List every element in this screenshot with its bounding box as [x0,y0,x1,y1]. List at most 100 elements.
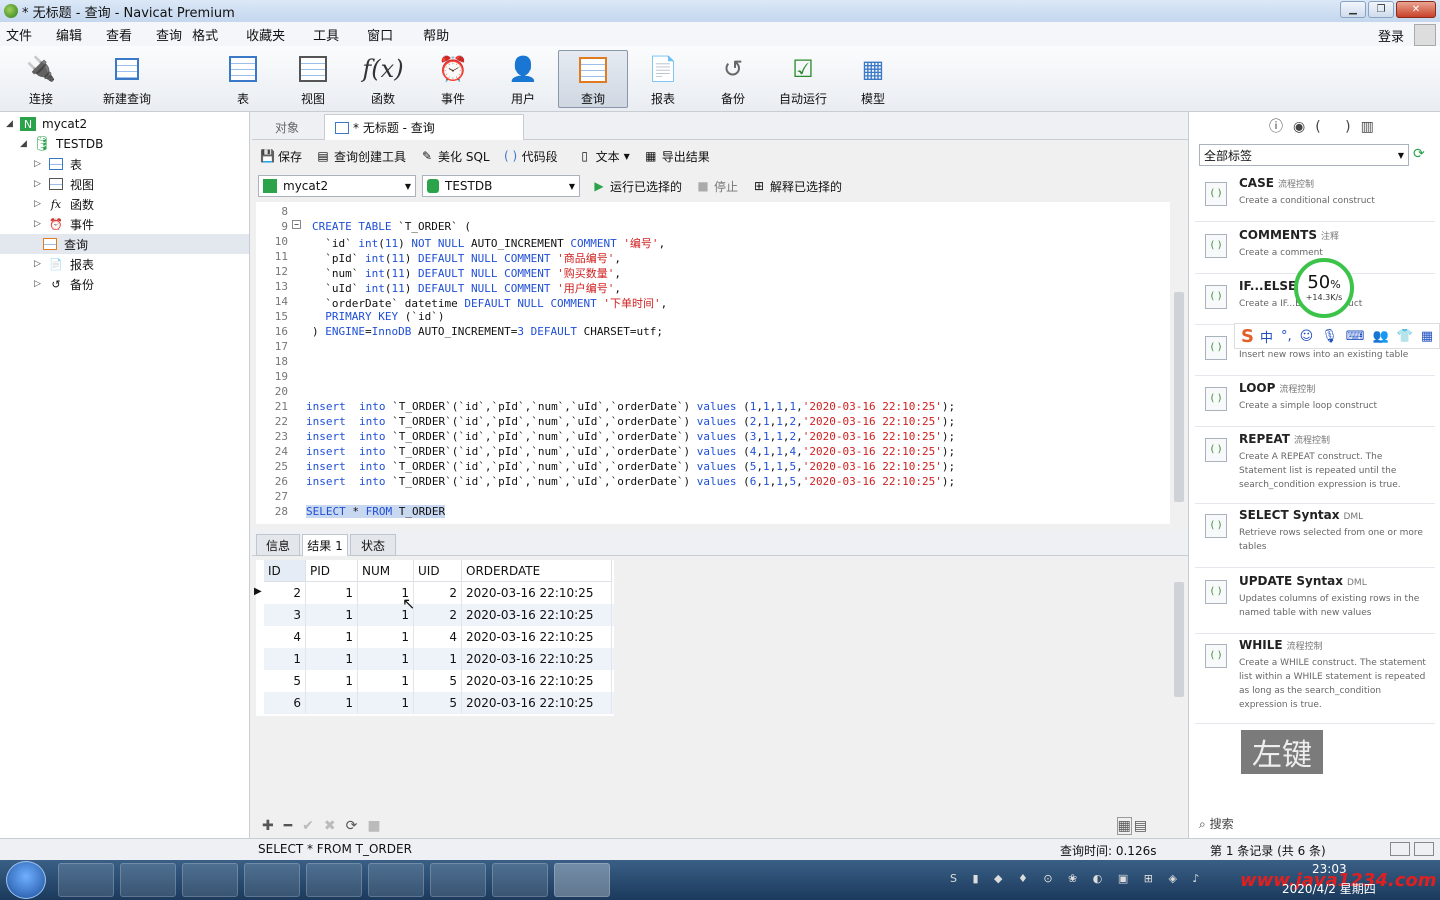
save-button[interactable]: 💾 保存 [260,148,302,165]
stop-icon[interactable]: ■ [367,818,380,834]
fold-toggle-icon[interactable]: − [292,220,301,229]
tab-status[interactable]: 状态 [350,534,396,556]
user-button[interactable]: 👤 用户 [488,50,558,108]
tree-queries[interactable]: 查询 [0,234,249,254]
database-select[interactable]: TESTDB ▼ [422,175,580,197]
snippet-item[interactable]: ( ) REPEAT 流程控制 Create A REPEAT construct. … [1195,428,1435,504]
refresh-icon[interactable]: ⟳ [1413,146,1425,162]
connect-button[interactable]: 🔌 连接 [6,50,76,108]
grid-view-icon[interactable]: ▦ [1116,817,1132,835]
chrome-icon[interactable] [120,863,176,897]
apply-icon[interactable]: ✔ [302,818,314,834]
minimize-button[interactable]: ▁ [1340,1,1366,18]
autorun-button[interactable]: ☑ 自动运行 [768,50,838,108]
menu-tools[interactable]: 工具 [297,25,351,44]
export-results-button[interactable]: ▦ 导出结果 [644,148,710,165]
run-selected-button[interactable]: ▶ 运行已选择的 [592,178,682,195]
table-cell[interactable]: 4 [414,626,462,648]
refresh-icon[interactable]: ⟳ [346,818,358,834]
table-row[interactable]: 3 1 1 2 2020-03-16 22:10:25 [264,604,614,626]
tag-filter-select[interactable]: 全部标签 ▼ [1199,144,1409,166]
login-link[interactable]: 登录 [1378,26,1404,45]
menu-window[interactable]: 窗口 [351,25,405,44]
table-cell[interactable]: 1 [306,692,358,714]
add-row-icon[interactable]: ✚ [262,818,274,834]
snippet-item[interactable]: ( ) WHILE 流程控制 Create a WHILE construct. Th… [1195,634,1435,724]
menu-help[interactable]: 帮助 [405,25,461,44]
tab-objects[interactable]: 对象 [252,114,322,140]
table-cell[interactable]: 1 [306,626,358,648]
menu-view[interactable]: 查看 [94,25,144,44]
table-cell[interactable]: 1 [358,670,414,692]
tree-reports[interactable]: ▷ 📄 报表 [34,254,94,274]
query-button[interactable]: 查询 [558,50,628,108]
navicat-taskbar-icon[interactable] [554,863,610,897]
tree-tables[interactable]: ▷ 表 [34,154,82,174]
table-row[interactable]: 1 1 1 1 2020-03-16 22:10:25 [264,648,614,670]
snippet-item[interactable]: ( ) SELECT Syntax DML Retrieve rows selecte… [1195,504,1435,568]
table-cell[interactable]: 1 [414,648,462,670]
discard-icon[interactable]: ✖ [324,818,336,834]
stop-button[interactable]: ■ 停止 [696,178,738,195]
table-cell[interactable]: 5 [414,670,462,692]
table-cell[interactable]: 5 [264,670,306,692]
menu-query[interactable]: 查询 [144,25,184,44]
table-cell[interactable]: 2020-03-16 22:10:25 [462,670,612,692]
system-tray-icons[interactable]: S ▮ ◆ ♦ ⊙ ❀ ◐ ▣ ⊞ ◈ ♪ [950,872,1270,888]
form-view-icon[interactable]: ▤ [1134,818,1147,834]
tree-events[interactable]: ▷ ⏰ 事件 [34,214,94,234]
table-cell[interactable]: 1 [306,648,358,670]
table-cell[interactable]: 1 [306,670,358,692]
text-button[interactable]: ▯ 文本 ▼ [578,148,629,165]
taskbar-app-7-icon[interactable] [430,863,486,897]
view-button[interactable]: 视图 [278,50,348,108]
snippet-button[interactable]: ( ) 代码段 [504,148,558,165]
menu-favorites[interactable]: 收藏夹 [230,25,297,44]
tab-result-1[interactable]: 结果 1 [302,534,348,556]
table-cell[interactable]: 1 [264,648,306,670]
panel-layout-right-icon[interactable] [1414,842,1434,856]
table-row[interactable]: 4 1 1 4 2020-03-16 22:10:25 [264,626,614,648]
event-button[interactable]: ⏰ 事件 [418,50,488,108]
file-explorer-icon[interactable] [244,863,300,897]
column-header-id[interactable]: ID [264,560,306,582]
column-header-num[interactable]: NUM [358,560,414,582]
column-header-uid[interactable]: UID [414,560,462,582]
taskbar-app-5-icon[interactable] [306,863,362,897]
panel-tool-icons[interactable]: ⓘ◉( )▥ [1269,116,1384,136]
table-cell[interactable]: 2020-03-16 22:10:25 [462,692,612,714]
user-avatar-icon[interactable] [1414,24,1436,46]
snippet-item[interactable]: ( ) UPDATE Syntax DML Updates columns of ex… [1195,570,1435,634]
explain-selected-button[interactable]: ⊞ 解释已选择的 [752,178,842,195]
tab-info[interactable]: 信息 [256,534,300,556]
table-cell[interactable]: 2 [414,582,462,604]
tab-query[interactable]: * 无标题 - 查询 [324,114,524,140]
close-button[interactable]: ✕ [1396,1,1436,18]
taskbar-app-1-icon[interactable] [58,863,114,897]
query-builder-button[interactable]: ▤ 查询创建工具 [316,148,406,165]
column-header-orderdate[interactable]: ORDERDATE [462,560,612,582]
tree-database[interactable]: ◢ 🛢 TESTDB [20,134,103,154]
table-cell[interactable]: 1 [306,604,358,626]
table-cell[interactable]: 6 [264,692,306,714]
remote-desktop-icon[interactable] [368,863,424,897]
taskbar-app-8-icon[interactable] [492,863,548,897]
snippet-search[interactable]: ⌕ 搜索 [1199,815,1234,832]
new-query-button[interactable]: 新建查询 [86,50,168,108]
tree-views[interactable]: ▷ 视图 [34,174,94,194]
table-row[interactable]: 5 1 1 5 2020-03-16 22:10:25 [264,670,614,692]
menu-format[interactable]: 格式 [184,25,230,44]
table-cell[interactable]: 2020-03-16 22:10:25 [462,626,612,648]
table-cell[interactable]: 2020-03-16 22:10:25 [462,582,612,604]
table-row[interactable]: 6 1 1 5 2020-03-16 22:10:25 [264,692,614,714]
table-cell[interactable]: 2020-03-16 22:10:25 [462,648,612,670]
editor-scrollbar[interactable] [1172,202,1186,526]
table-cell[interactable]: 1 [358,648,414,670]
table-row[interactable]: 2 1 1 2 2020-03-16 22:10:25 [264,582,614,604]
report-button[interactable]: 📄 报表 [628,50,698,108]
table-cell[interactable]: 2020-03-16 22:10:25 [462,604,612,626]
tree-backups[interactable]: ▷ ↺ 备份 [34,274,94,294]
tree-connection[interactable]: ◢ Nmycat2 [6,114,87,134]
function-button[interactable]: f(x) 函数 [348,50,418,108]
tree-functions[interactable]: ▷ fx 函数 [34,194,94,214]
